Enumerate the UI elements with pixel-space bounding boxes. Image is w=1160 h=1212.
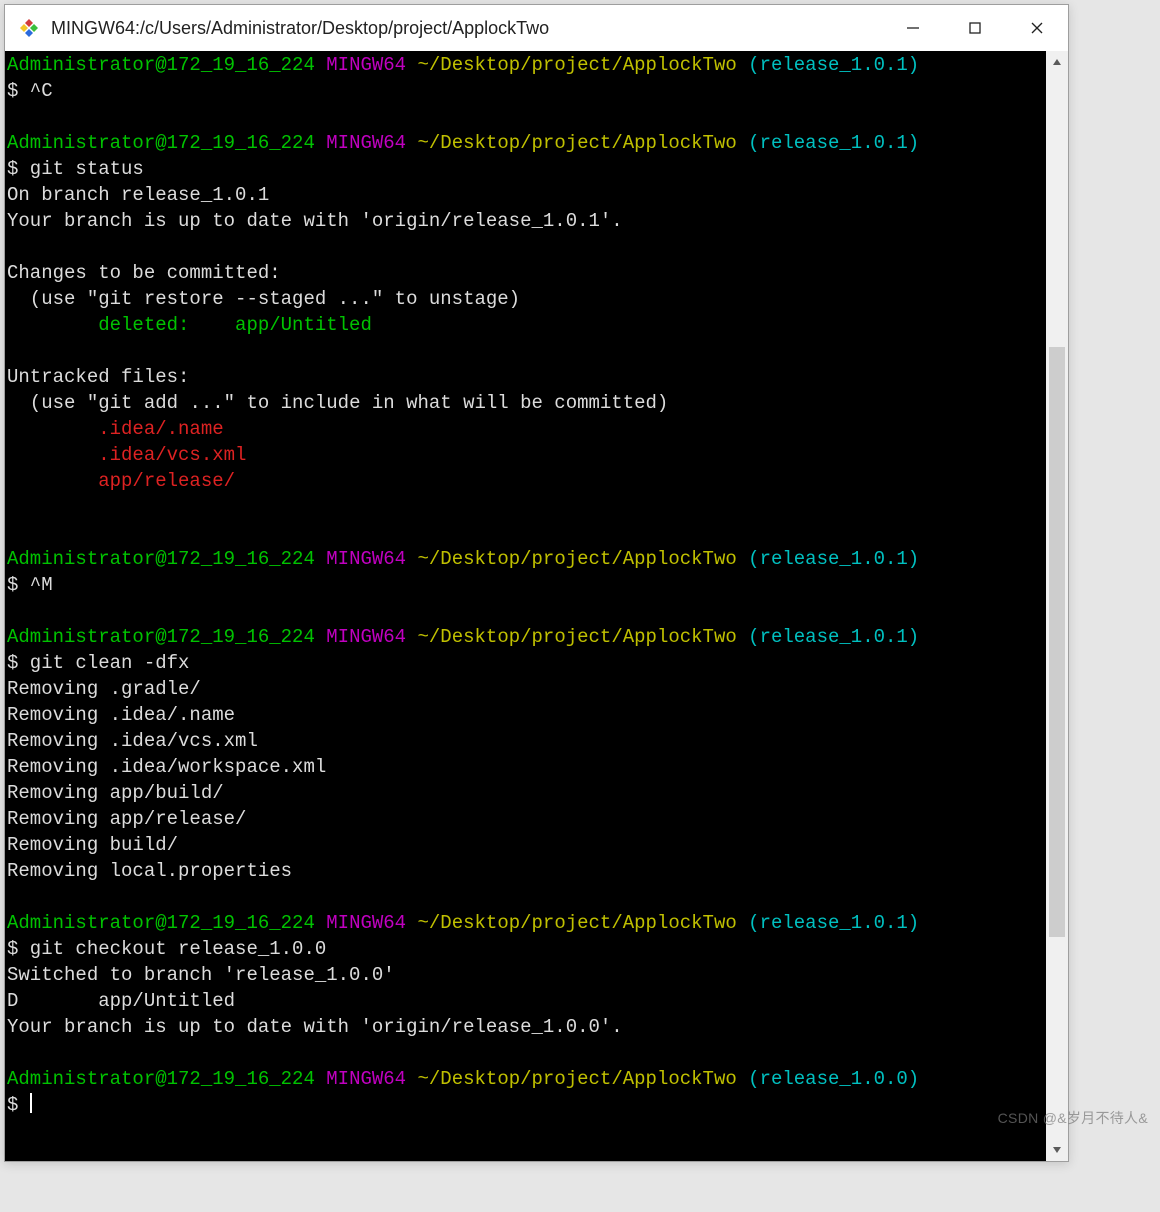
scroll-thumb[interactable]: [1049, 347, 1065, 937]
close-button[interactable]: [1006, 5, 1068, 51]
scroll-up-icon[interactable]: [1046, 51, 1068, 73]
maximize-button[interactable]: [944, 5, 1006, 51]
scroll-down-icon[interactable]: [1046, 1139, 1068, 1161]
titlebar: MINGW64:/c/Users/Administrator/Desktop/p…: [5, 5, 1068, 51]
app-window: MINGW64:/c/Users/Administrator/Desktop/p…: [4, 4, 1069, 1162]
watermark: CSDN @&岁月不待人&: [998, 1108, 1148, 1128]
terminal[interactable]: Administrator@172_19_16_224 MINGW64 ~/De…: [5, 51, 1046, 1161]
minimize-button[interactable]: [882, 5, 944, 51]
scroll-track[interactable]: [1046, 73, 1068, 1139]
window-controls: [882, 5, 1068, 51]
app-icon: [17, 16, 41, 40]
scrollbar[interactable]: [1046, 51, 1068, 1161]
window-title: MINGW64:/c/Users/Administrator/Desktop/p…: [51, 18, 882, 39]
terminal-area: Administrator@172_19_16_224 MINGW64 ~/De…: [5, 51, 1068, 1161]
